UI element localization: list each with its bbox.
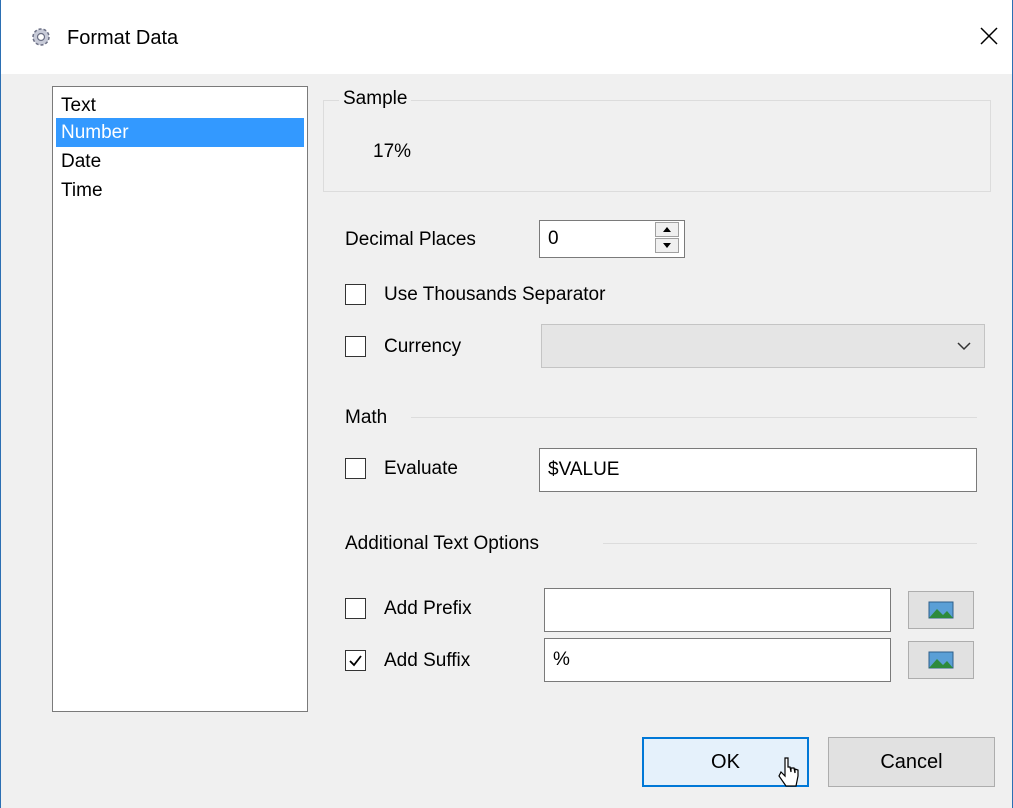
thousands-separator-checkbox[interactable] — [345, 284, 366, 305]
checkmark-icon — [349, 655, 362, 667]
spin-down-button[interactable] — [655, 238, 679, 253]
currency-dropdown[interactable] — [541, 324, 985, 368]
close-icon — [980, 27, 998, 45]
format-data-dialog: Format Data Text Number Date Time Sample… — [0, 0, 1013, 808]
additional-divider — [603, 543, 977, 544]
currency-checkbox[interactable] — [345, 336, 366, 357]
title-bar: Format Data — [1, 0, 1012, 74]
add-prefix-checkbox[interactable] — [345, 598, 366, 619]
suffix-input[interactable]: % — [544, 638, 891, 682]
spin-up-button[interactable] — [655, 222, 679, 237]
cancel-button[interactable]: Cancel — [828, 737, 995, 787]
gear-icon — [30, 26, 52, 48]
decimal-places-stepper[interactable] — [655, 222, 681, 256]
prefix-image-button[interactable] — [908, 591, 974, 629]
sample-group — [323, 100, 991, 192]
decimal-places-label: Decimal Places — [345, 229, 476, 250]
add-suffix-label: Add Suffix — [384, 650, 471, 671]
arrow-up-icon — [663, 227, 671, 232]
list-item-number[interactable]: Number — [56, 118, 304, 147]
sample-label: Sample — [339, 88, 412, 110]
math-divider — [411, 417, 977, 418]
image-icon — [928, 601, 954, 619]
evaluate-label: Evaluate — [384, 458, 458, 479]
math-section-label: Math — [345, 407, 388, 428]
list-item-date[interactable]: Date — [56, 147, 304, 176]
evaluate-checkbox[interactable] — [345, 458, 366, 479]
suffix-image-button[interactable] — [908, 641, 974, 679]
list-item-time[interactable]: Time — [56, 176, 304, 205]
mouse-cursor-icon — [778, 757, 799, 787]
window-title: Format Data — [67, 27, 179, 49]
format-type-list[interactable]: Text Number Date Time — [52, 86, 308, 712]
close-button[interactable] — [967, 16, 1011, 56]
evaluate-expression-input[interactable]: $VALUE — [539, 448, 977, 492]
image-icon — [928, 651, 954, 669]
list-item-text[interactable]: Text — [56, 91, 304, 120]
chevron-down-icon — [957, 342, 971, 351]
additional-text-options-label: Additional Text Options — [345, 533, 539, 554]
sample-value: 17% — [373, 141, 412, 162]
add-prefix-label: Add Prefix — [384, 598, 472, 619]
thousands-separator-label: Use Thousands Separator — [384, 284, 606, 305]
currency-label: Currency — [384, 336, 462, 357]
add-suffix-checkbox[interactable] — [345, 650, 366, 671]
prefix-input[interactable] — [544, 588, 891, 632]
arrow-down-icon — [663, 243, 671, 248]
